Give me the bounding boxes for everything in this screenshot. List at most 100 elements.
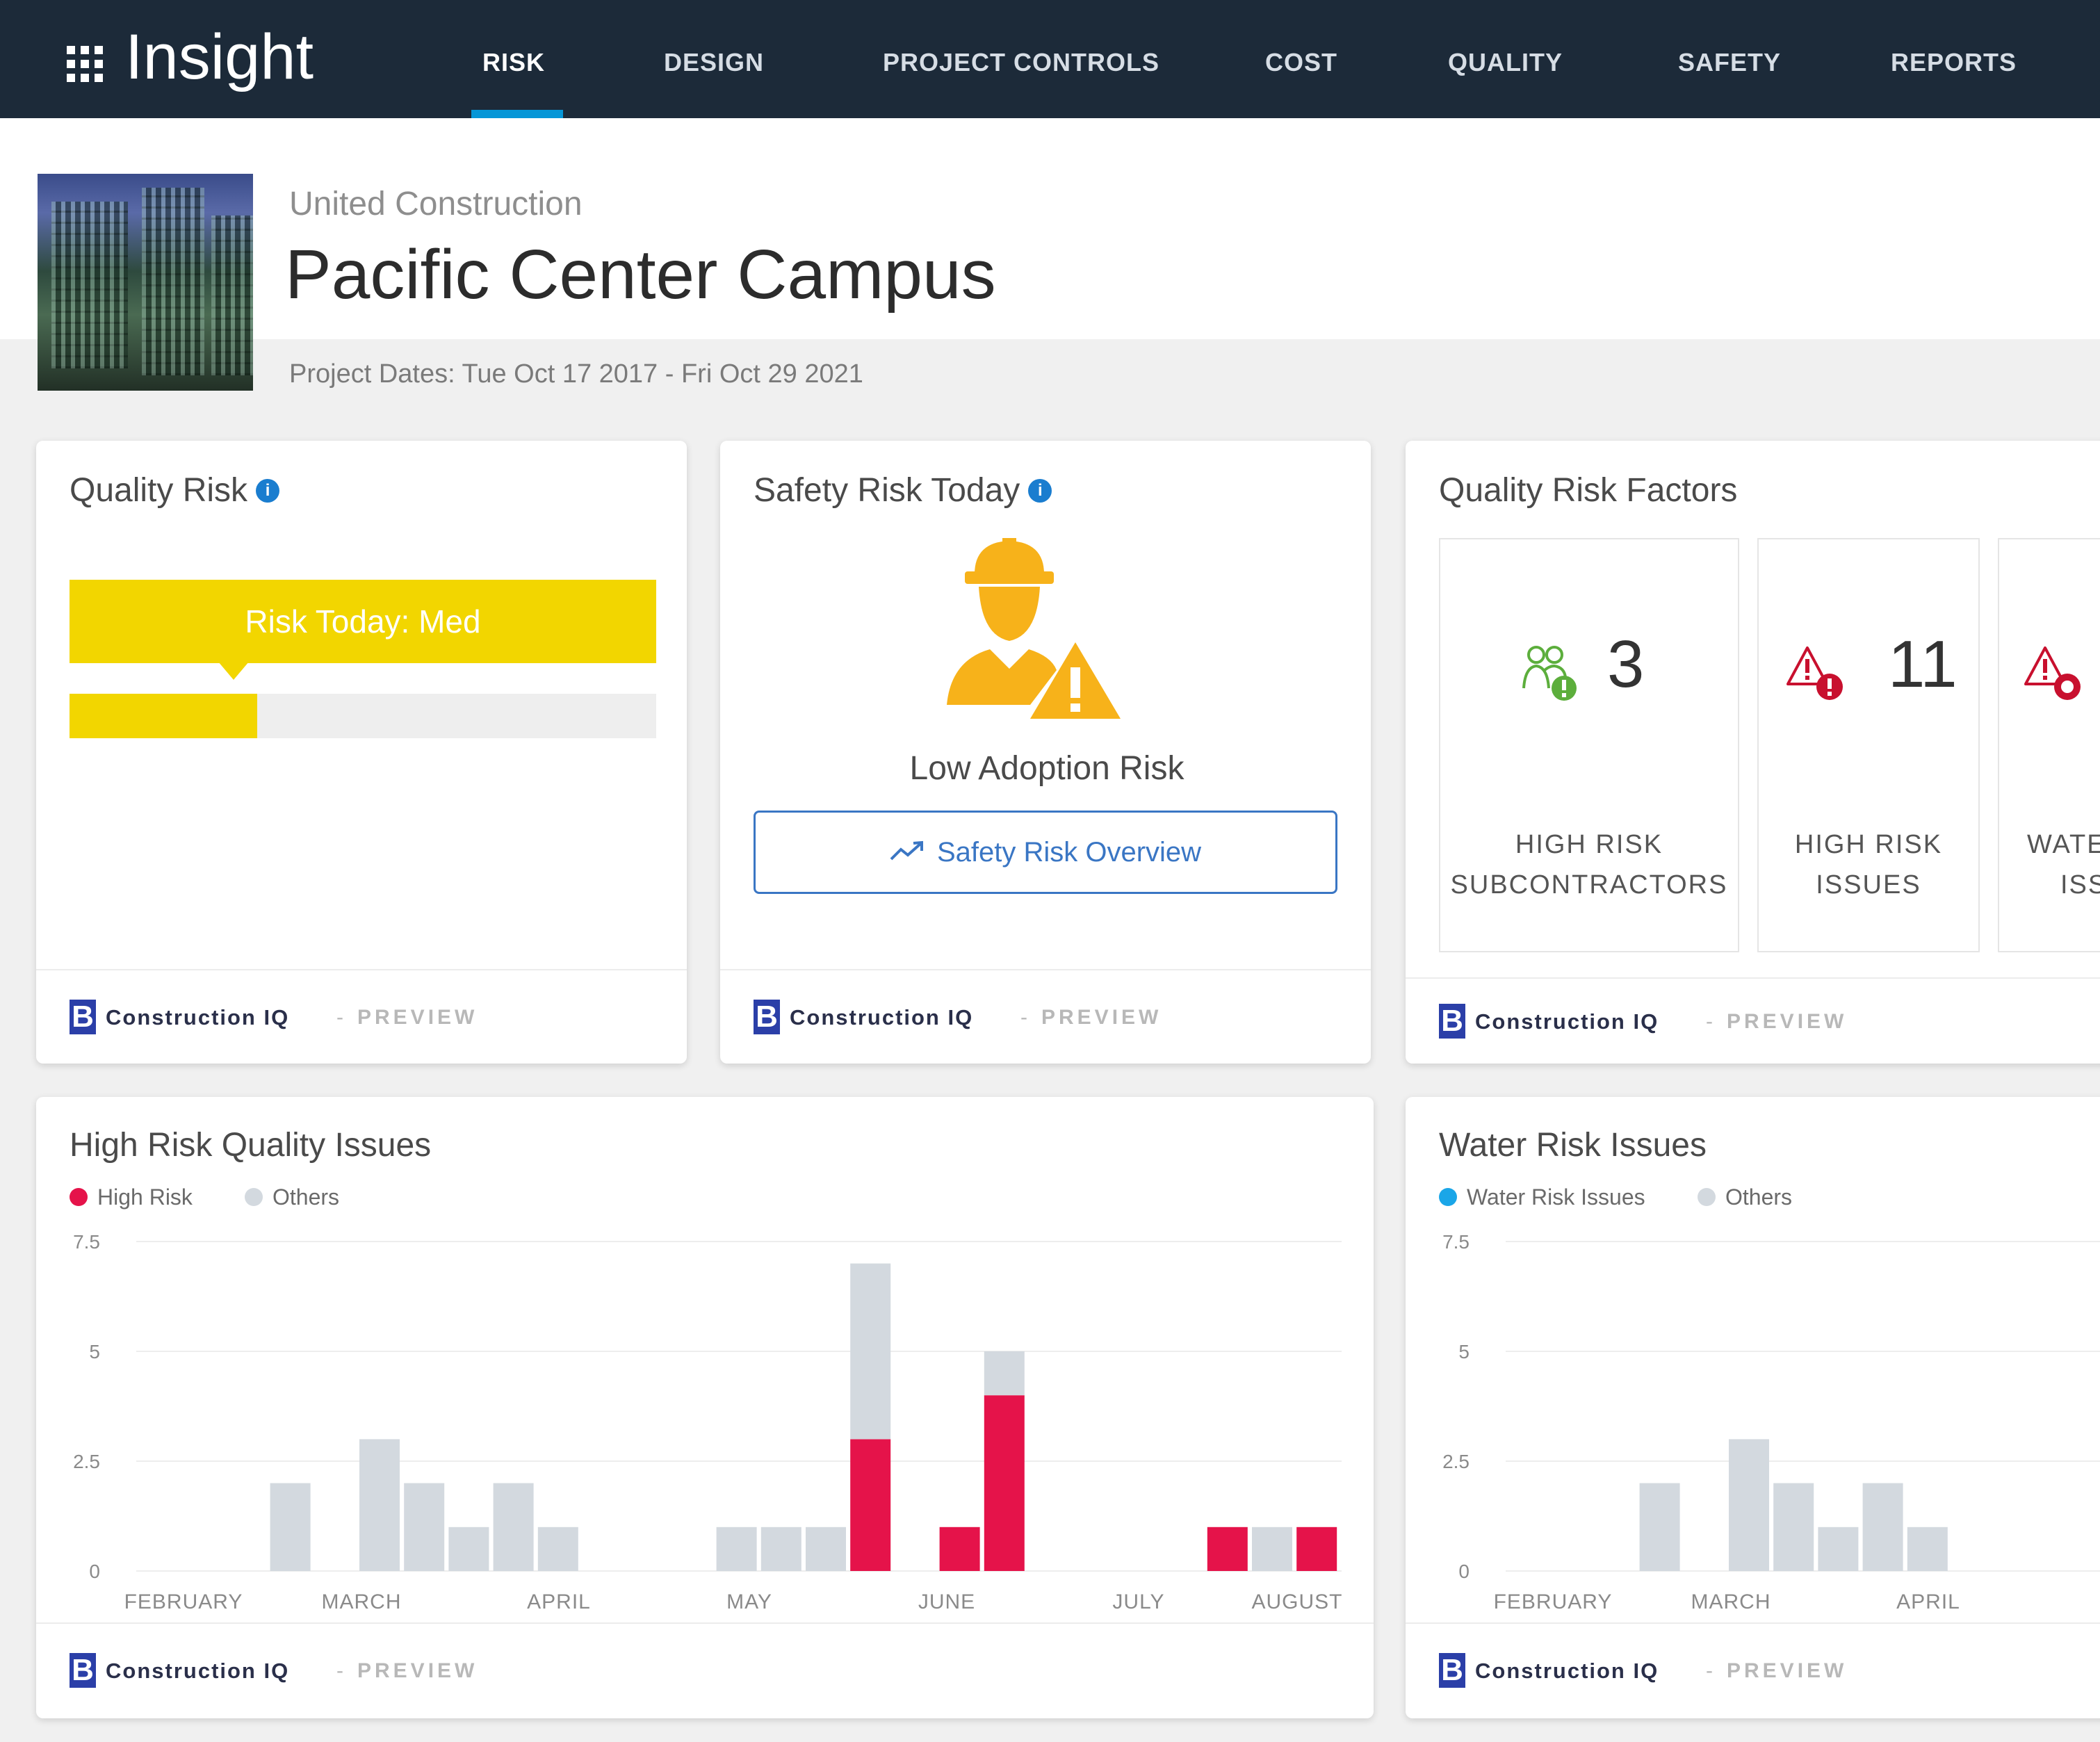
y-tick-label: 7.5 (73, 1231, 100, 1253)
app-grid-icon[interactable] (67, 46, 103, 82)
footer-preview: PREVIEW (1727, 1010, 1848, 1033)
risk-today-banner: Risk Today: Med (70, 580, 656, 663)
x-tick-label: JUNE (918, 1590, 975, 1613)
bar-high-risk[interactable] (984, 1395, 1025, 1571)
high-risk-bar-chart: 7.5 5 2.5 0 FEBRUARY MARCH APRIL MAY JUNE JULY AUG… (73, 1231, 1342, 1613)
footer-preview: PREVIEW (1727, 1659, 1848, 1682)
water-risk-bar-chart: 7.5 5 2.5 0 FEBRUARY MARCH APRIL (1442, 1231, 2100, 1613)
safety-risk-overview-button[interactable]: Safety Risk Overview (754, 811, 1337, 894)
x-tick-label: APRIL (1896, 1590, 1960, 1613)
bar-others[interactable] (1729, 1439, 1769, 1571)
tab-risk[interactable]: RISK (482, 43, 545, 82)
bar-others[interactable] (716, 1527, 757, 1571)
bar-high-risk[interactable] (1207, 1527, 1248, 1571)
tab-cost[interactable]: COST (1265, 43, 1337, 82)
footer-separator: - (336, 1659, 343, 1682)
card-footer: B Construction IQ - PREVIEW (36, 969, 687, 1064)
bar-others[interactable] (850, 1263, 891, 1440)
y-tick-label: 7.5 (1442, 1231, 1470, 1253)
issue-alert-icon (1786, 646, 1843, 700)
worker-warning-icon (947, 538, 1121, 719)
factor-label-line2: ISS (2060, 870, 2100, 900)
y-tick-label: 5 (89, 1341, 100, 1362)
high-risk-quality-issues-card: High Risk Quality Issues High Risk Other… (36, 1097, 1374, 1718)
bar-others[interactable] (537, 1527, 578, 1571)
y-tick-label: 0 (89, 1561, 100, 1582)
factor-high-risk-subcontractors[interactable]: 3 HIGH RISK SUBCONTRACTORS (1439, 538, 1739, 952)
tab-design[interactable]: DESIGN (664, 43, 764, 82)
safety-risk-status: Low Adoption Risk (909, 750, 1185, 787)
footer-separator: - (1020, 1006, 1027, 1029)
bar-others[interactable] (1639, 1483, 1680, 1571)
footer-preview: PREVIEW (357, 1006, 478, 1029)
trend-line-icon (890, 841, 923, 861)
safety-risk-card: Safety Risk Today i Low Adoption Risk Saf… (720, 441, 1371, 1064)
risk-level-bar (70, 694, 656, 738)
x-tick-label: MARCH (1691, 1590, 1771, 1613)
factor-label-line2: ISSUES (1816, 870, 1921, 900)
bar-others[interactable] (448, 1527, 489, 1571)
factor-label: HIGH RISK ISSUES (1759, 824, 1978, 905)
card-footer: B Construction IQ - PREVIEW (1406, 1622, 2100, 1718)
y-tick-label: 2.5 (73, 1451, 100, 1472)
bar-others[interactable] (1818, 1527, 1859, 1571)
footer-separator: - (1706, 1010, 1713, 1033)
quality-risk-title: Quality Risk i (70, 469, 280, 513)
bar-others[interactable] (493, 1483, 534, 1571)
bar-others[interactable] (806, 1527, 846, 1571)
factor-high-risk-issues[interactable]: 11 HIGH RISK ISSUES (1757, 538, 1980, 952)
bar-others[interactable] (404, 1483, 445, 1571)
footer-brand: Construction IQ (106, 1659, 290, 1683)
bar-high-risk[interactable] (850, 1439, 891, 1571)
bar-high-risk[interactable] (1296, 1527, 1337, 1571)
card-footer: B Construction IQ - PREVIEW (36, 1622, 1374, 1718)
footer-separator: - (1706, 1659, 1713, 1682)
footer-brand: Construction IQ (790, 1005, 974, 1029)
factor-label-line1: HIGH RISK (1515, 830, 1663, 859)
factor-water-risk-issues[interactable]: WATE ISS (1998, 538, 2100, 952)
bar-others[interactable] (359, 1439, 400, 1571)
bar-others[interactable] (760, 1527, 801, 1571)
x-tick-label: MARCH (322, 1590, 402, 1613)
tab-reports[interactable]: REPORTS (1891, 43, 2017, 82)
project-dates: Project Dates: Tue Oct 17 2017 - Fri Oct… (289, 359, 863, 389)
active-tab-indicator (471, 110, 563, 118)
quality-risk-card: Quality Risk i Risk Today: Med B Construc… (36, 441, 687, 1064)
tab-safety[interactable]: SAFETY (1678, 43, 1781, 82)
safety-risk-title: Safety Risk Today i (754, 469, 1052, 513)
factor-label: HIGH RISK SUBCONTRACTORS (1440, 824, 1738, 905)
factor-label-line2: SUBCONTRACTORS (1450, 870, 1728, 900)
info-icon[interactable]: i (256, 479, 280, 503)
info-icon[interactable]: i (1028, 479, 1052, 503)
footer-brand: Construction IQ (1475, 1659, 1659, 1683)
footer-brand: Construction IQ (106, 1005, 290, 1029)
app-title: Insight (125, 22, 314, 92)
bar-others[interactable] (1862, 1483, 1903, 1571)
factor-label: WATE ISS (1999, 824, 2100, 905)
bar-high-risk[interactable] (939, 1527, 980, 1571)
factor-label-line1: HIGH RISK (1794, 830, 1943, 859)
quality-risk-title-text: Quality Risk (70, 472, 248, 509)
project-thumbnail (38, 174, 253, 391)
footer-preview: PREVIEW (357, 1659, 478, 1682)
bar-others[interactable] (1907, 1527, 1948, 1571)
factor-label-line1: WATE (2027, 830, 2100, 859)
bar-others[interactable] (1773, 1483, 1814, 1571)
footer-separator: - (336, 1006, 343, 1029)
bar-others[interactable] (1252, 1527, 1292, 1571)
quality-risk-factors-title: Quality Risk Factors (1439, 472, 1738, 509)
y-tick-label: 0 (1458, 1561, 1470, 1582)
y-tick-label: 5 (1458, 1341, 1470, 1362)
water-issue-alert-icon (2024, 646, 2081, 700)
y-tick-label: 2.5 (1442, 1451, 1470, 1472)
top-nav-bar: Insight RISK DESIGN PROJECT CONTROLS COS… (0, 0, 2100, 118)
risk-today-text: Risk Today: Med (245, 603, 481, 640)
bar-others[interactable] (984, 1351, 1025, 1396)
safety-risk-overview-label: Safety Risk Overview (936, 837, 1202, 868)
bar-others[interactable] (270, 1483, 311, 1571)
construction-iq-logo-icon: B (70, 1000, 96, 1034)
tab-quality[interactable]: QUALITY (1448, 43, 1563, 82)
x-tick-label: MAY (726, 1590, 772, 1613)
factor-value: 3 (1607, 627, 1645, 701)
tab-project-controls[interactable]: PROJECT CONTROLS (883, 43, 1159, 82)
